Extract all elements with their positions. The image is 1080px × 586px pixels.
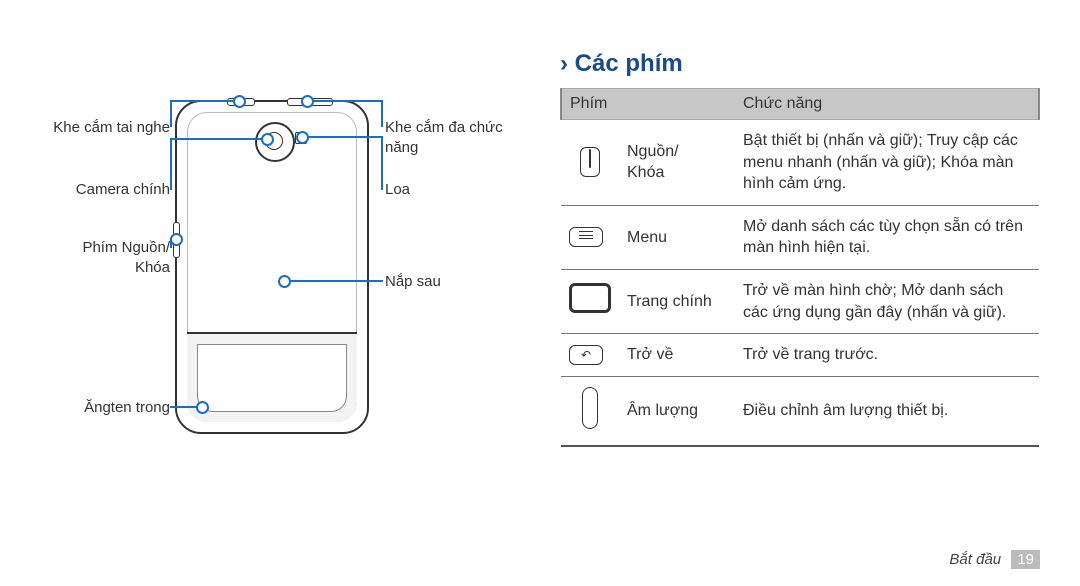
table-row: ↶ Trở về Trở về trang trước. xyxy=(561,334,1039,377)
phone-outline xyxy=(175,100,365,430)
callout-line xyxy=(170,100,172,127)
callout-dot xyxy=(233,95,246,108)
label-speaker: Loa xyxy=(385,180,410,200)
callout-line xyxy=(381,136,383,190)
col-key: Phím xyxy=(561,89,735,120)
callout-line xyxy=(303,136,383,138)
col-function: Chức năng xyxy=(735,89,1039,120)
key-label: Trang chính xyxy=(619,269,735,333)
back-key-icon: ↶ xyxy=(569,345,603,365)
chevron-icon: › xyxy=(560,50,568,77)
table-row: Nguồn/ Khóa Bật thiết bị (nhấn và giữ); … xyxy=(561,120,1039,206)
callout-line xyxy=(381,100,383,127)
key-label: Menu xyxy=(619,205,735,269)
key-label: Âm lượng xyxy=(619,376,735,446)
callout-line xyxy=(170,100,237,102)
keys-panel: › Các phím Phím Chức năng Nguồn/ Khóa Bậ… xyxy=(540,0,1080,586)
key-desc: Mở danh sách các tùy chọn sẵn có trên mà… xyxy=(735,205,1039,269)
page-footer: Bắt đầu 19 xyxy=(949,551,1040,568)
section-heading: › Các phím xyxy=(560,50,1040,78)
keys-table: Phím Chức năng Nguồn/ Khóa Bật thiết bị … xyxy=(560,88,1040,447)
key-desc: Bật thiết bị (nhấn và giữ); Truy cập các… xyxy=(735,120,1039,206)
callout-dot xyxy=(261,133,274,146)
label-main-camera: Camera chính xyxy=(40,180,170,200)
callout-line xyxy=(170,238,172,248)
phone-diagram-panel: Khe cắm tai nghe Camera chính Phím Nguồn… xyxy=(0,0,540,586)
label-back-cover: Nắp sau xyxy=(385,272,441,292)
key-label: Trở về xyxy=(619,334,735,377)
callout-dot xyxy=(301,95,314,108)
key-desc: Trở về trang trước. xyxy=(735,334,1039,377)
table-row: Trang chính Trở về màn hình chờ; Mở danh… xyxy=(561,269,1039,333)
label-internal-antenna: Ăngten trong xyxy=(40,398,170,418)
label-multi-jack: Khe cắm đa chức năng xyxy=(385,118,535,157)
phone-body xyxy=(175,100,369,434)
callout-dot xyxy=(278,275,291,288)
power-key-icon xyxy=(580,147,600,177)
callout-line xyxy=(170,138,265,140)
volume-key-icon xyxy=(582,387,598,429)
label-power-key: Phím Nguồn/ Khóa xyxy=(40,238,170,277)
label-headset-jack: Khe cắm tai nghe xyxy=(40,118,170,138)
callout-dot xyxy=(296,131,309,144)
table-row: Âm lượng Điều chỉnh âm lượng thiết bị. xyxy=(561,376,1039,446)
heading-text: Các phím xyxy=(575,50,683,77)
callout-line xyxy=(170,138,172,190)
footer-section: Bắt đầu xyxy=(949,551,1001,568)
callout-dot xyxy=(196,401,209,414)
key-label: Nguồn/ Khóa xyxy=(619,120,735,206)
footer-page-number: 19 xyxy=(1011,550,1040,569)
home-key-icon xyxy=(569,283,611,313)
table-row: Menu Mở danh sách các tùy chọn sẵn có tr… xyxy=(561,205,1039,269)
key-desc: Trở về màn hình chờ; Mở danh sách các ứn… xyxy=(735,269,1039,333)
callout-line xyxy=(307,100,383,102)
key-desc: Điều chỉnh âm lượng thiết bị. xyxy=(735,376,1039,446)
menu-key-icon xyxy=(569,227,603,247)
callout-line xyxy=(285,280,383,282)
